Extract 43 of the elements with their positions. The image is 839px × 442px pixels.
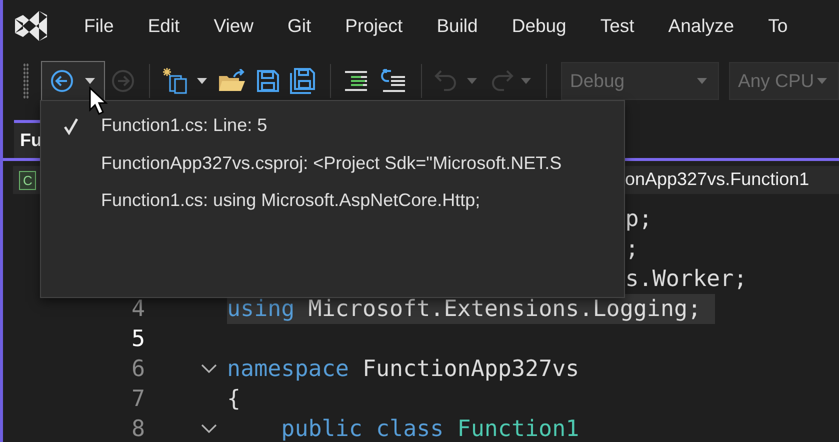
caret-icon [696,77,708,85]
menu-item[interactable]: To [751,15,805,37]
wrap-lines-icon [379,69,407,93]
save-icon [256,69,280,93]
line-number: 4 [130,296,145,322]
forward-icon [111,69,135,93]
mouse-pointer-icon [88,86,108,116]
document-tab[interactable]: Fu [14,120,43,158]
folder-icon [218,69,246,93]
collapse-icon [201,424,217,434]
save-all-icon [290,68,316,94]
logo-icon [13,9,49,43]
lines-icon [343,70,369,92]
menu-item[interactable]: Function1.cs: using Microsoft.AspNetCore.Http; [101,190,480,212]
menu-item[interactable]: Debug [494,15,584,37]
menu-item[interactable]: Test [583,15,652,37]
line-number: 8 [130,416,145,442]
caret-icon [816,77,828,85]
code-line: namespace FunctionApp327vs [227,355,580,384]
menu-item[interactable]: Analyze [651,15,752,37]
line-number: 5 [130,326,145,352]
code-line: p; [625,205,652,234]
project-icon: C [19,170,36,190]
menu-item[interactable]: Project [328,15,420,37]
menu-item[interactable]: Build [420,15,495,37]
code-line: public class Function1 [280,415,580,442]
member-dropdown[interactable]: onApp327vs.Function1 [625,166,839,194]
line-number: 7 [130,386,145,412]
menu-item[interactable]: FunctionApp327vs.csproj: <Project Sdk="Microsoft.NET.S [101,152,562,174]
menu-item[interactable]: View [196,15,270,37]
collapse-icon [201,364,217,374]
menu-item[interactable]: Function1.cs: Line: 5 [101,115,268,136]
menu-item[interactable]: Git [270,15,328,37]
back-button[interactable] [41,61,105,101]
code-line: { [227,385,241,414]
code-line: s.Worker; [625,265,748,294]
new-item-icon [162,67,190,95]
menu-item[interactable]: File [67,15,131,37]
toolbar-grip[interactable] [23,63,29,99]
back-icon [50,69,74,93]
code-line: ; [625,235,639,264]
menu-item[interactable]: Edit [130,15,197,37]
line-number: 6 [130,356,145,382]
